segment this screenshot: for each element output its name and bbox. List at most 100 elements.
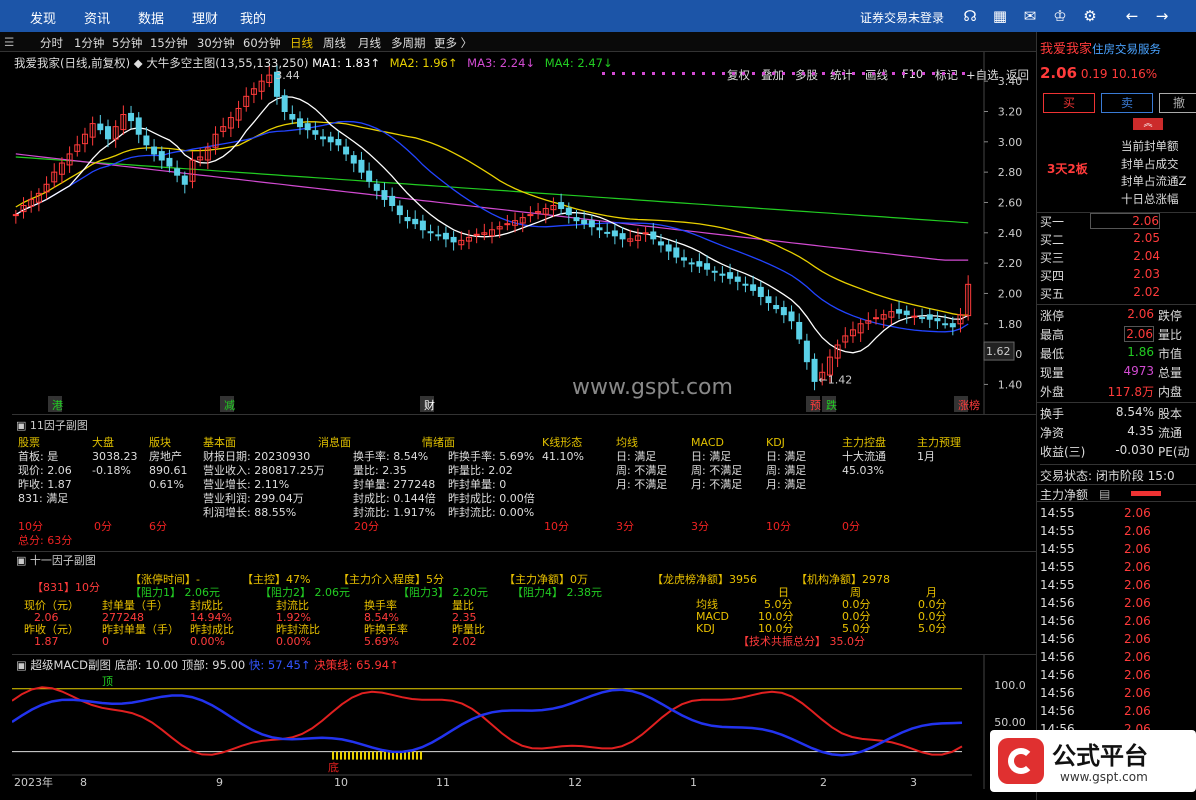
candle-body xyxy=(773,304,780,310)
cancel-order-button[interactable]: 撤 xyxy=(1159,93,1196,113)
macd-toggle-icon[interactable]: ▣ xyxy=(16,658,27,672)
tab-timeshare[interactable]: 分时 xyxy=(40,35,63,51)
candle-body xyxy=(696,261,703,267)
brand-name: 公式平台 xyxy=(1052,742,1148,770)
histo-bar xyxy=(380,751,382,760)
y-tick-label: 3.00 xyxy=(998,136,1023,149)
col-kdj: KDJ 日: 满足 周: 满足 月: 满足 xyxy=(766,436,806,492)
tab-1min[interactable]: 1分钟 xyxy=(74,35,104,51)
col-sector-v3: 房地产 xyxy=(149,450,182,463)
tick-price: 2.06 xyxy=(1124,578,1151,592)
panel-toggle-icon[interactable]: ▣ xyxy=(16,419,26,432)
tab-monthly[interactable]: 月线 xyxy=(358,35,381,51)
nav-finance[interactable]: 理财 xyxy=(192,8,218,27)
macd-top: 顶部: 95.00 xyxy=(181,658,246,672)
col-control-head: 主力控盘 xyxy=(842,436,886,449)
stat-mktcap-label: 市值 xyxy=(1158,347,1183,361)
col-macd-v3: 月: 不满足 xyxy=(691,478,743,491)
stat-outer-value: 117.8万 xyxy=(1107,385,1154,399)
bid2-label: 买二 xyxy=(1040,233,1065,247)
candle-body xyxy=(650,231,657,240)
netflow-toggle-icon[interactable]: ▤ xyxy=(1099,487,1110,501)
board-streak: 3天2板 xyxy=(1047,162,1088,176)
macd-chart[interactable]: 100.050.00顶底2023年 8 9 10 11 12 1 2 3 xyxy=(11,655,1036,789)
list-icon[interactable]: ☰ xyxy=(4,35,14,49)
chart-toggle-icon[interactable]: ◆ xyxy=(134,56,143,70)
subpanel-toggle-icon[interactable]: ▣ xyxy=(16,554,26,567)
nav-news[interactable]: 资讯 xyxy=(84,8,110,27)
forward-icon[interactable]: → xyxy=(1152,6,1172,26)
seal-trade-label: 封单占成交 xyxy=(1121,157,1179,171)
bid2-price[interactable]: 2.05 xyxy=(1090,231,1160,245)
col-macd: MACD 日: 满足 周: 不满足 月: 不满足 xyxy=(691,436,742,492)
col-fund-v2: 营业收入: 280817.25万 xyxy=(203,464,325,477)
stat-limitup-label: 涨停 xyxy=(1040,309,1065,323)
tech-r2-l: KDJ xyxy=(696,622,715,635)
candlestick-chart[interactable]: 3.403.203.002.802.602.402.202.001.801.60… xyxy=(12,52,1036,414)
netflow-header[interactable]: 主力净额 ▤ xyxy=(1037,484,1196,502)
stat-outer-label: 外盘 xyxy=(1040,385,1065,399)
fast-line xyxy=(11,688,963,757)
message-icon[interactable]: ✉ xyxy=(1020,6,1040,26)
nav-discover[interactable]: 发现 xyxy=(30,8,56,27)
col-forecast-v1: 1月 xyxy=(917,450,935,463)
collapse-icon[interactable]: ︽ xyxy=(1133,118,1163,130)
nav-mine[interactable]: 我的 xyxy=(240,8,266,27)
candle-body xyxy=(396,205,403,216)
nav-data[interactable]: 数据 xyxy=(138,8,164,27)
candle-body xyxy=(404,216,411,222)
back-icon[interactable]: ← xyxy=(1122,6,1142,26)
candle-body xyxy=(803,340,810,363)
stock-industry-tag[interactable]: 住房交易服务 xyxy=(1092,42,1161,56)
tab-5min[interactable]: 5分钟 xyxy=(112,35,142,51)
bid3-price[interactable]: 2.04 xyxy=(1090,249,1160,263)
signal-dot xyxy=(782,72,785,75)
f-dragon: 【龙虎榜净额】3956 xyxy=(652,573,757,586)
tab-15min[interactable]: 15分钟 xyxy=(150,35,188,51)
bid4-price[interactable]: 2.03 xyxy=(1090,267,1160,281)
col-kdj-head: KDJ xyxy=(766,436,785,449)
settings-icon[interactable]: ⚙ xyxy=(1080,6,1100,26)
candle-body xyxy=(704,263,711,270)
bid5-price[interactable]: 2.02 xyxy=(1090,285,1160,299)
f-resist2: 【阻力2】 2.06元 xyxy=(260,586,350,599)
f-net: 【主力净额】0万 xyxy=(504,573,588,586)
candle-body xyxy=(665,244,672,252)
bid1-price[interactable]: 2.06 xyxy=(1090,213,1160,229)
login-status[interactable]: 证券交易未登录 xyxy=(860,9,944,26)
candle-body xyxy=(151,146,158,155)
col-fund-v5: 利润增长: 88.55% xyxy=(203,506,297,519)
candle-body xyxy=(97,123,104,131)
tab-daily[interactable]: 日线 xyxy=(290,35,313,51)
macd-panel[interactable]: 100.0 50.00 顶底 2023年 8 9 10 11 12 1 2 3 ▣ 超级MACD副图 … xyxy=(11,654,1036,789)
stock-name[interactable]: 我爱我家 xyxy=(1040,42,1092,57)
netflow-bar xyxy=(1131,491,1161,496)
tab-60min[interactable]: 60分钟 xyxy=(243,35,281,51)
tab-more[interactable]: 更多 〉 xyxy=(434,35,472,51)
share-capital-label: 股本 xyxy=(1158,407,1183,421)
score-macd: 3分 xyxy=(691,520,709,533)
y-tick-label: 2.80 xyxy=(998,166,1023,179)
buy-button[interactable]: 买 xyxy=(1043,93,1095,113)
headset-icon[interactable]: ☊ xyxy=(960,6,980,26)
candle-body xyxy=(320,136,327,140)
tick-time: 14:56 xyxy=(1040,596,1075,610)
col-sector: 版块 房地产 890.61 0.61% xyxy=(149,436,188,492)
candle-body xyxy=(327,136,334,143)
tab-multi[interactable]: 多周期 xyxy=(391,35,426,51)
candle-body xyxy=(442,232,449,240)
grid-icon[interactable]: ▦ xyxy=(990,6,1010,26)
shirt-icon[interactable]: ♔ xyxy=(1050,6,1070,26)
high-label: 3.44 xyxy=(275,69,300,82)
ma2-value: MA2: 1.96↑ xyxy=(389,56,458,70)
col-sent-v2: 昨量比: 2.02 xyxy=(448,464,513,477)
sell-button[interactable]: 卖 xyxy=(1101,93,1153,113)
tick-time: 14:56 xyxy=(1040,632,1075,646)
candle-body xyxy=(903,310,910,316)
tab-weekly[interactable]: 周线 xyxy=(323,35,346,51)
tab-30min[interactable]: 30分钟 xyxy=(197,35,235,51)
main-chart[interactable]: 3.403.203.002.802.602.402.202.001.801.60… xyxy=(12,52,1036,414)
x-tick-label: 2023年 xyxy=(14,775,53,789)
signal-dot xyxy=(922,72,925,75)
indicator-name[interactable]: 大牛多空主图(13,55,133,250) xyxy=(146,56,308,70)
